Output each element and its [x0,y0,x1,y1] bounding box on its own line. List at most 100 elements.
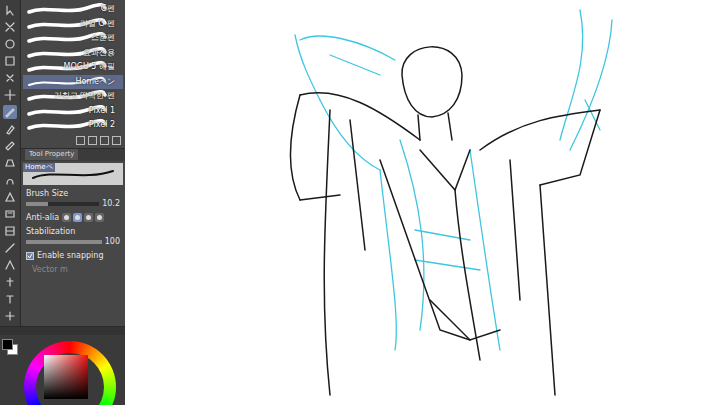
action-icon[interactable] [76,136,85,145]
saturation-square[interactable] [44,355,88,399]
dot-icon [97,215,102,220]
tool-icon [4,55,16,67]
brush-name: Pixel 1 [89,106,123,116]
upper-dock: G펜리얼 G 펜스푼펜효과선용 MOGU 5 해필 Homeペン 거칠고 딱딱한 펜 P… [0,0,125,326]
side-panel: G펜리얼 G 펜스푼펜효과선용 MOGU 5 해필 Homeペン 거칠고 딱딱한 펜 P… [21,0,125,326]
brush-name: 거칠고 딱딱한 펜 [54,91,123,101]
check-icon [27,253,33,259]
tool-button[interactable] [3,207,17,221]
brush-item[interactable]: 거칠고 딱딱한 펜 [23,89,123,104]
dot-icon [75,215,80,220]
color-swatch[interactable] [2,339,13,350]
left-dock: G펜리얼 G 펜스푼펜효과선용 MOGU 5 해필 Homeペン 거칠고 딱딱한 펜 P… [0,0,125,405]
tool-button[interactable] [3,105,17,119]
brush-item[interactable]: MOGU 5 해필 [23,60,123,75]
property-label: Stabilization [26,227,120,237]
tool-button[interactable] [3,309,17,323]
antialias-option[interactable] [95,213,104,222]
tool-icon [4,276,16,288]
tool-button[interactable] [3,190,17,204]
brush-name: Homeペン [75,77,123,87]
brush-item[interactable]: Pixel 1 [23,104,123,119]
antialias-option[interactable] [73,213,82,222]
brush-item[interactable]: Pixel 2 [23,118,123,133]
tool-button[interactable] [3,122,17,136]
tool-icon [4,106,16,118]
brush-list: G펜리얼 G 펜스푼펜효과선용 MOGU 5 해필 Homeペン 거칠고 딱딱한 펜 P… [21,0,125,133]
tool-button[interactable] [3,292,17,306]
tool-icon [4,208,16,220]
antialias-options [62,213,104,222]
brush-preview: Homeペ [23,163,123,185]
tool-icon [4,21,16,33]
action-icon[interactable] [112,136,121,145]
property-label: Brush Size [26,189,120,199]
action-icon[interactable] [88,136,97,145]
brush-name: 효과선용 [83,48,123,58]
property-row: Vector m [21,263,125,277]
color-area [0,335,125,405]
brush-name: Pixel 2 [89,120,123,130]
tool-icon [4,191,16,203]
property-value[interactable]: 10.2 [102,199,120,209]
brush-name: 리얼 G 펜 [80,19,123,29]
tool-button[interactable] [3,241,17,255]
action-icon[interactable] [100,136,109,145]
tool-button[interactable] [3,173,17,187]
slider-track[interactable] [26,202,99,206]
property-label: Enable snapping [37,251,103,261]
tool-icon [4,225,16,237]
brush-name: G펜 [101,4,123,14]
brush-name: 스푼펜 [91,33,123,43]
tool-property-tab[interactable]: Tool Property [25,149,78,160]
tool-button[interactable] [3,258,17,272]
tool-button[interactable] [3,88,17,102]
brush-name-label: Homeペ [23,163,55,172]
tool-button[interactable] [3,37,17,51]
tool-button[interactable] [3,3,17,17]
brush-item[interactable]: 스푼펜 [23,31,123,46]
tool-icon [4,72,16,84]
brush-item[interactable]: G펜 [23,2,123,17]
tool-button[interactable] [3,71,17,85]
color-panel [0,326,125,405]
toolbar [0,0,21,326]
tool-icon [4,89,16,101]
color-panel-header [0,327,125,335]
brush-list-actions [21,133,125,149]
tool-icon [4,259,16,271]
tool-button[interactable] [3,20,17,34]
sketch-drawing [125,0,720,405]
antialias-option[interactable] [62,213,71,222]
tool-icon [4,293,16,305]
tool-button[interactable] [3,275,17,289]
tool-property-header: Tool Property [21,149,125,161]
dot-icon [86,215,91,220]
tool-icon [4,140,16,152]
antialias-option[interactable] [84,213,93,222]
property-row: Brush Size10.2 [21,187,125,211]
property-label: Anti-alia [26,213,59,223]
property-label: Vector m [26,265,120,275]
tool-button[interactable] [3,224,17,238]
drawing-canvas[interactable] [125,0,720,405]
brush-item[interactable]: 리얼 G 펜 [23,17,123,32]
slider-fill [26,202,48,206]
tool-button[interactable] [3,139,17,153]
brush-item[interactable]: 효과선용 [23,46,123,61]
tool-icon [4,157,16,169]
property-row: Anti-alia [21,211,125,225]
checkbox[interactable] [26,252,34,260]
color-swatches [0,335,20,405]
dot-icon [64,215,69,220]
slider-track[interactable] [26,240,102,244]
tool-button[interactable] [3,54,17,68]
tool-icon [4,38,16,50]
property-row: Stabilization100 [21,225,125,249]
tool-button[interactable] [3,156,17,170]
brush-item[interactable]: Homeペン [23,75,123,90]
tool-icon [4,123,16,135]
property-value[interactable]: 100 [105,237,120,247]
slider-fill [26,240,102,244]
brush-stroke-icon [27,3,107,16]
